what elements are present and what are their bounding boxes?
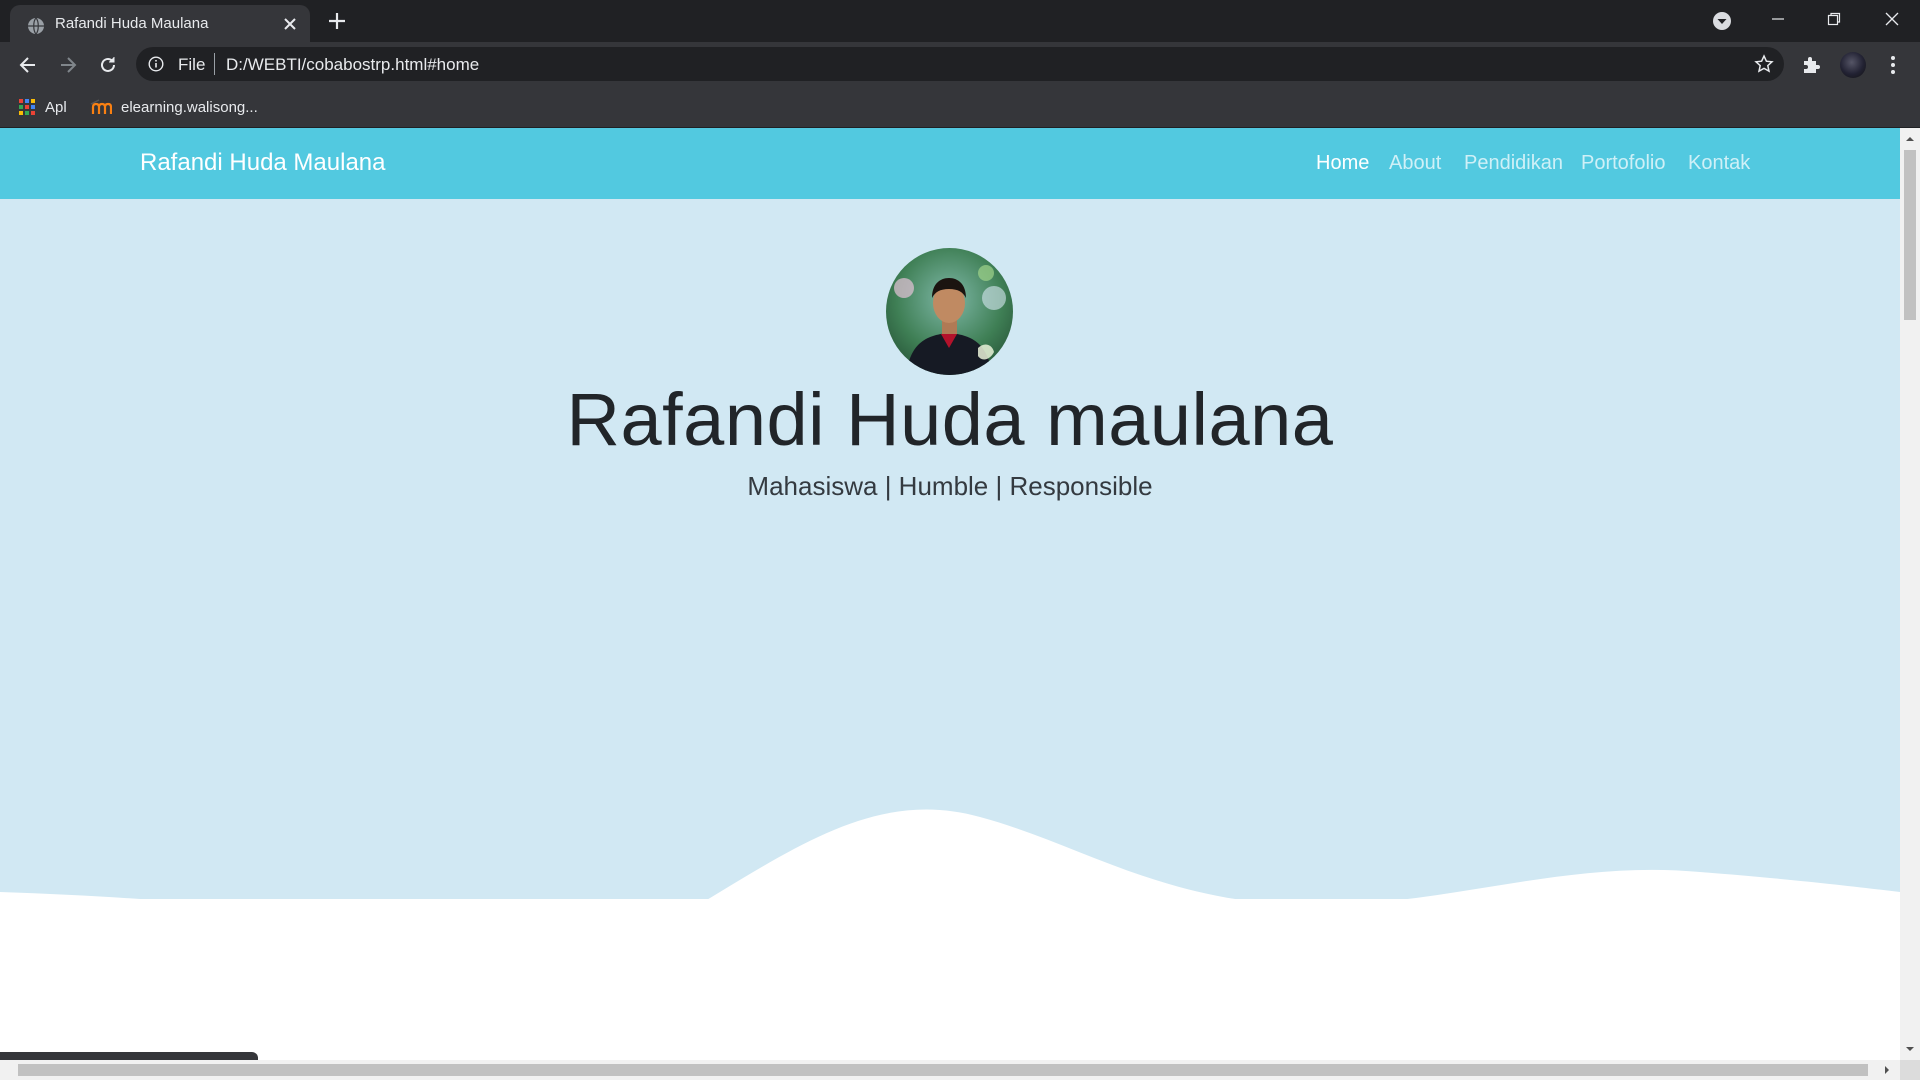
- arrow-left-icon: [19, 57, 35, 73]
- profile-avatar[interactable]: [1840, 52, 1866, 78]
- minimize-button[interactable]: [1750, 0, 1806, 38]
- hero-section: Rafandi Huda maulana Mahasiswa | Humble …: [0, 199, 1900, 969]
- scroll-down-icon[interactable]: [1905, 1044, 1915, 1054]
- nav-link-about[interactable]: About: [1389, 152, 1441, 175]
- nav-link-pendidikan[interactable]: Pendidikan: [1464, 152, 1563, 175]
- reload-button[interactable]: [94, 51, 122, 79]
- hero-subtitle: Mahasiswa | Humble | Responsible: [747, 471, 1153, 501]
- new-tab-icon[interactable]: [326, 10, 348, 32]
- restore-button[interactable]: [1806, 0, 1862, 38]
- extensions-puzzle-icon[interactable]: [1800, 53, 1824, 77]
- bookmark-label: elearning.walisong...: [121, 98, 258, 116]
- restore-icon: [1827, 12, 1841, 26]
- bookmark-label: Apl: [45, 98, 67, 116]
- navbar-brand[interactable]: Rafandi Huda Maulana: [140, 149, 386, 177]
- profile-photo-image: [886, 248, 1013, 375]
- hero-name: Rafandi Huda maulana: [566, 378, 1334, 461]
- page-viewport: Rafandi Huda Maulana Home About Pendidik…: [0, 128, 1900, 1060]
- back-button[interactable]: [14, 51, 42, 79]
- apps-grid-icon: [19, 99, 35, 115]
- bookmark-star-icon[interactable]: [1754, 54, 1774, 74]
- arrow-right-icon: [61, 57, 77, 73]
- more-vertical-icon[interactable]: [1885, 53, 1901, 77]
- minimize-icon: [1772, 18, 1784, 20]
- bookmarks-bar: Apl elearning.walisong...: [0, 87, 1920, 128]
- horizontal-scrollbar[interactable]: [0, 1060, 1900, 1080]
- address-bar[interactable]: File D:/WEBTI/cobabostrp.html#home: [136, 47, 1784, 81]
- address-url[interactable]: D:/WEBTI/cobabostrp.html#home: [226, 55, 479, 75]
- scroll-right-icon[interactable]: [1882, 1065, 1892, 1075]
- forward-button[interactable]: [54, 51, 82, 79]
- tab-search-icon[interactable]: [1712, 11, 1732, 31]
- globe-icon: [28, 17, 44, 35]
- vertical-scroll-thumb[interactable]: [1904, 150, 1916, 320]
- close-icon: [1885, 12, 1899, 26]
- bookmark-elearning[interactable]: elearning.walisong...: [90, 97, 258, 117]
- scrollbar-corner: [1900, 1060, 1920, 1080]
- address-divider: [214, 53, 215, 75]
- address-scheme: File: [178, 55, 206, 74]
- close-tab-icon[interactable]: [280, 14, 300, 34]
- info-icon[interactable]: [148, 56, 164, 72]
- site-navbar: Rafandi Huda Maulana Home About Pendidik…: [0, 128, 1900, 199]
- vertical-scrollbar[interactable]: [1900, 128, 1920, 1060]
- close-window-button[interactable]: [1864, 0, 1920, 38]
- browser-tabstrip: Rafandi Huda Maulana: [0, 0, 1920, 42]
- moodle-icon: [90, 99, 112, 114]
- scroll-up-icon[interactable]: [1905, 134, 1915, 144]
- profile-photo: [886, 248, 1013, 375]
- nav-link-portofolio[interactable]: Portofolio: [1581, 152, 1666, 175]
- browser-tab[interactable]: Rafandi Huda Maulana: [10, 5, 310, 42]
- nav-link-home[interactable]: Home: [1316, 152, 1369, 175]
- nav-link-kontak[interactable]: Kontak: [1688, 152, 1750, 175]
- wave-divider: [0, 809, 1900, 969]
- horizontal-scroll-thumb[interactable]: [18, 1064, 1868, 1076]
- browser-toolbar: File D:/WEBTI/cobabostrp.html#home: [0, 42, 1920, 87]
- bookmark-apps[interactable]: Apl: [18, 97, 67, 117]
- reload-icon: [101, 57, 115, 72]
- tab-title: Rafandi Huda Maulana: [55, 15, 209, 32]
